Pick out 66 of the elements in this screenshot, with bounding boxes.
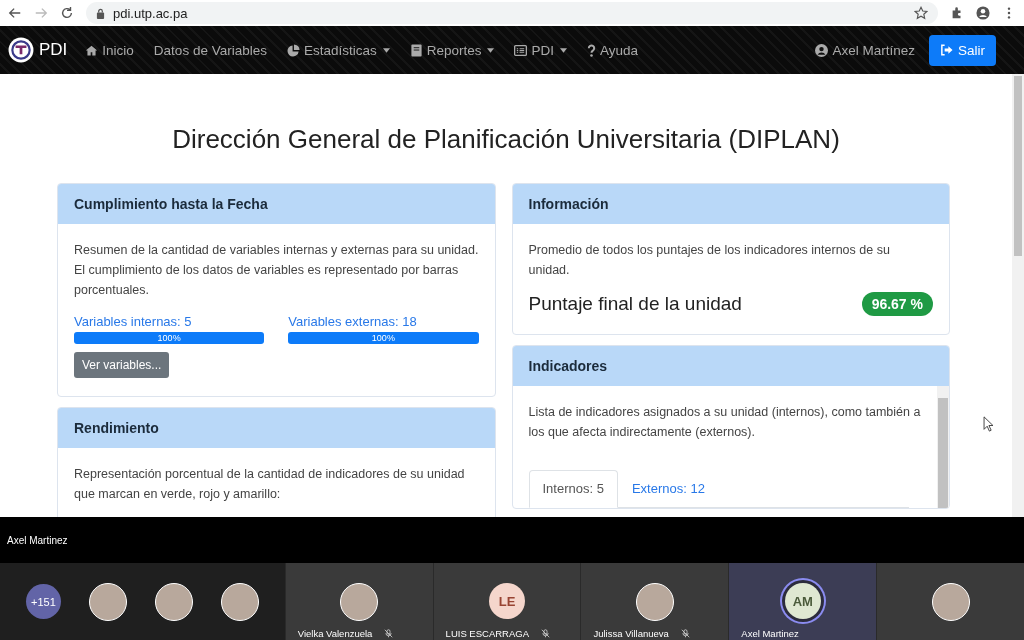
avatar-photo-placeholder [340,583,379,621]
participant-name: LUIS ESCARRAGA [445,627,529,639]
participant-tile[interactable]: AM Axel Martinez [728,563,877,640]
question-icon [587,43,596,57]
list-icon [514,43,528,57]
speaker-name: Axel Martinez [7,534,68,546]
card-header: Indicadores [512,346,949,386]
participant-name: Axel Martinez [741,627,799,639]
card-description: Resumen de la cantidad de variables internas y externas para su unidad. El cumplimiento de los datos de variables es representado por barras porcentuales. [74,242,479,299]
brand-link[interactable]: PDI [39,40,68,60]
participant-count-badge[interactable]: +151 [25,584,61,619]
card-description: Representación porcentual de la cantidad de indicadores de su unidad que marcan en verde, rojo y amarillo: [74,466,466,503]
page-title: Dirección General de Planificación Universitaria (DIPLAN) [171,124,841,155]
back-icon[interactable] [8,6,22,20]
score-label: Puntaje final de la unidad [528,293,742,315]
pie-chart-icon [286,43,300,57]
sign-out-icon [940,44,953,56]
view-variables-button[interactable]: Ver variables... [74,352,170,378]
avatar-photo-placeholder[interactable] [220,582,259,621]
lock-icon [96,7,105,19]
participant-name: Vielka Valenzuela [297,627,373,639]
nav-link[interactable]: Reportes [409,42,495,58]
page-scrollbar[interactable] [1012,74,1024,517]
participant-name: Julissa Villanueva [593,627,669,639]
caret-icon [560,47,567,53]
nav-link[interactable]: PDI [514,42,567,58]
book-icon [409,43,423,57]
user-icon [815,43,829,57]
cursor-icon [983,416,994,432]
card-description: Lista de indicadores asignados a su unidad (internos), como también a los que afecta indirectamente (externos). [528,404,921,441]
address-bar[interactable]: pdi.utp.ac.pa [86,2,938,24]
caret-icon [382,47,390,53]
logout-button[interactable]: Salir [929,34,996,66]
caret-icon [487,47,495,53]
nav-link[interactable]: Inicio [85,42,134,58]
progress-fill: 100% [74,332,265,344]
tab[interactable]: Internos: 5 [528,470,618,508]
profile-icon[interactable] [976,6,990,20]
user-link[interactable]: Axel Martínez [815,42,915,58]
card-description: Promedio de todos los puntajes de los indicadores internos de su unidad. [528,242,891,279]
progress-fill: 100% [288,332,479,344]
avatar-photo-placeholder [635,583,674,621]
variables-link[interactable]: Variables externas: 18 [288,314,417,329]
scrollbar[interactable] [937,386,949,508]
tab[interactable]: Externos: 12 [617,470,719,507]
nav-link[interactable]: Estadísticas [286,42,390,58]
reload-icon[interactable] [60,6,74,20]
participant-tile[interactable]: Vielka Valenzuela [284,563,433,640]
avatar-photo-placeholder[interactable] [88,582,127,621]
nav-link[interactable]: Datos de Variables [153,42,267,58]
participant-tile[interactable] [876,563,1024,640]
avatar-photo-placeholder[interactable] [154,582,193,621]
star-icon[interactable] [914,6,928,20]
nav-link[interactable]: Ayuda [587,42,639,58]
card-header: Rendimiento [58,408,495,448]
variables-link[interactable]: Variables internas: 5 [74,314,192,329]
participant-tile[interactable]: Julissa Villanueva [580,563,729,640]
card-header: Cumplimiento hasta la Fecha [58,184,495,224]
initials-avatar: LE [489,583,525,619]
home-icon [85,43,99,57]
puzzle-icon[interactable] [950,6,964,20]
score-badge: 96.67 % [861,292,933,316]
avatar-photo-placeholder [931,583,970,621]
participant-tile[interactable]: LE LUIS ESCARRAGA [432,563,581,640]
logo-icon[interactable] [8,37,34,63]
card-header: Información [512,184,949,224]
